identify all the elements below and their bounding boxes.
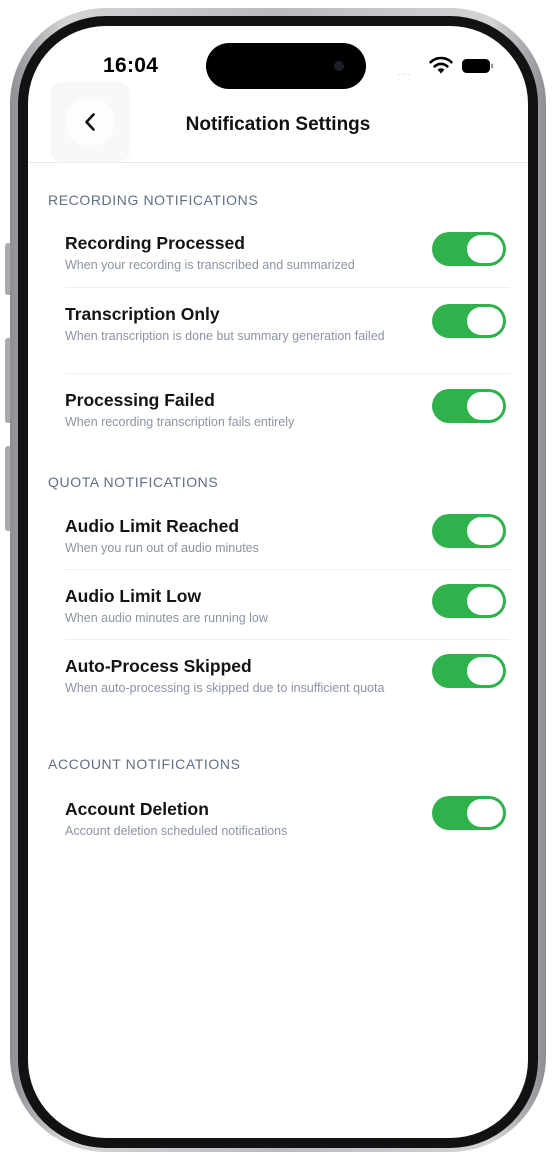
setting-description: Account deletion scheduled notifications <box>65 824 288 838</box>
setting-description: When audio minutes are running low <box>65 611 268 625</box>
setting-description: When transcription is done but summary g… <box>65 329 385 343</box>
setting-description: When auto-processing is skipped due to i… <box>65 681 385 695</box>
signal-icon: .... <box>398 68 411 77</box>
toggle-processing-failed[interactable] <box>432 389 506 423</box>
device-mockup: 16:04 .... Notification Settings RECORDI… <box>0 0 554 1158</box>
nav-divider <box>28 162 528 163</box>
toggle-knob <box>467 587 503 615</box>
dynamic-island <box>206 43 366 89</box>
toggle-auto-process-skipped[interactable] <box>432 654 506 688</box>
toggle-knob <box>467 517 503 545</box>
toggle-recording-processed[interactable] <box>432 232 506 266</box>
wifi-icon <box>429 56 453 74</box>
section-header-recording: RECORDING NOTIFICATIONS <box>48 192 259 208</box>
setting-description: When your recording is transcribed and s… <box>65 258 355 272</box>
page-title: Notification Settings <box>185 114 371 135</box>
toggle-knob <box>467 799 503 827</box>
camera-icon <box>334 61 344 71</box>
toggle-knob <box>467 657 503 685</box>
section-header-account: ACCOUNT NOTIFICATIONS <box>48 756 241 772</box>
battery-icon <box>462 59 494 73</box>
toggle-audio-limit-reached[interactable] <box>432 514 506 548</box>
status-time: 16:04 <box>103 54 159 77</box>
phone-screen: 16:04 .... Notification Settings RECORDI… <box>28 26 528 1138</box>
toggle-audio-limit-low[interactable] <box>432 584 506 618</box>
setting-description: When recording transcription fails entir… <box>65 415 295 429</box>
row-divider <box>65 569 510 570</box>
row-divider <box>65 373 510 374</box>
toggle-knob <box>467 235 503 263</box>
toggle-knob <box>467 392 503 420</box>
toggle-account-deletion[interactable] <box>432 796 506 830</box>
toggle-knob <box>467 307 503 335</box>
toggle-transcription-only[interactable] <box>432 304 506 338</box>
row-divider <box>65 639 510 640</box>
row-divider <box>65 287 510 288</box>
setting-description: When you run out of audio minutes <box>65 541 259 555</box>
section-header-quota: QUOTA NOTIFICATIONS <box>48 474 219 490</box>
